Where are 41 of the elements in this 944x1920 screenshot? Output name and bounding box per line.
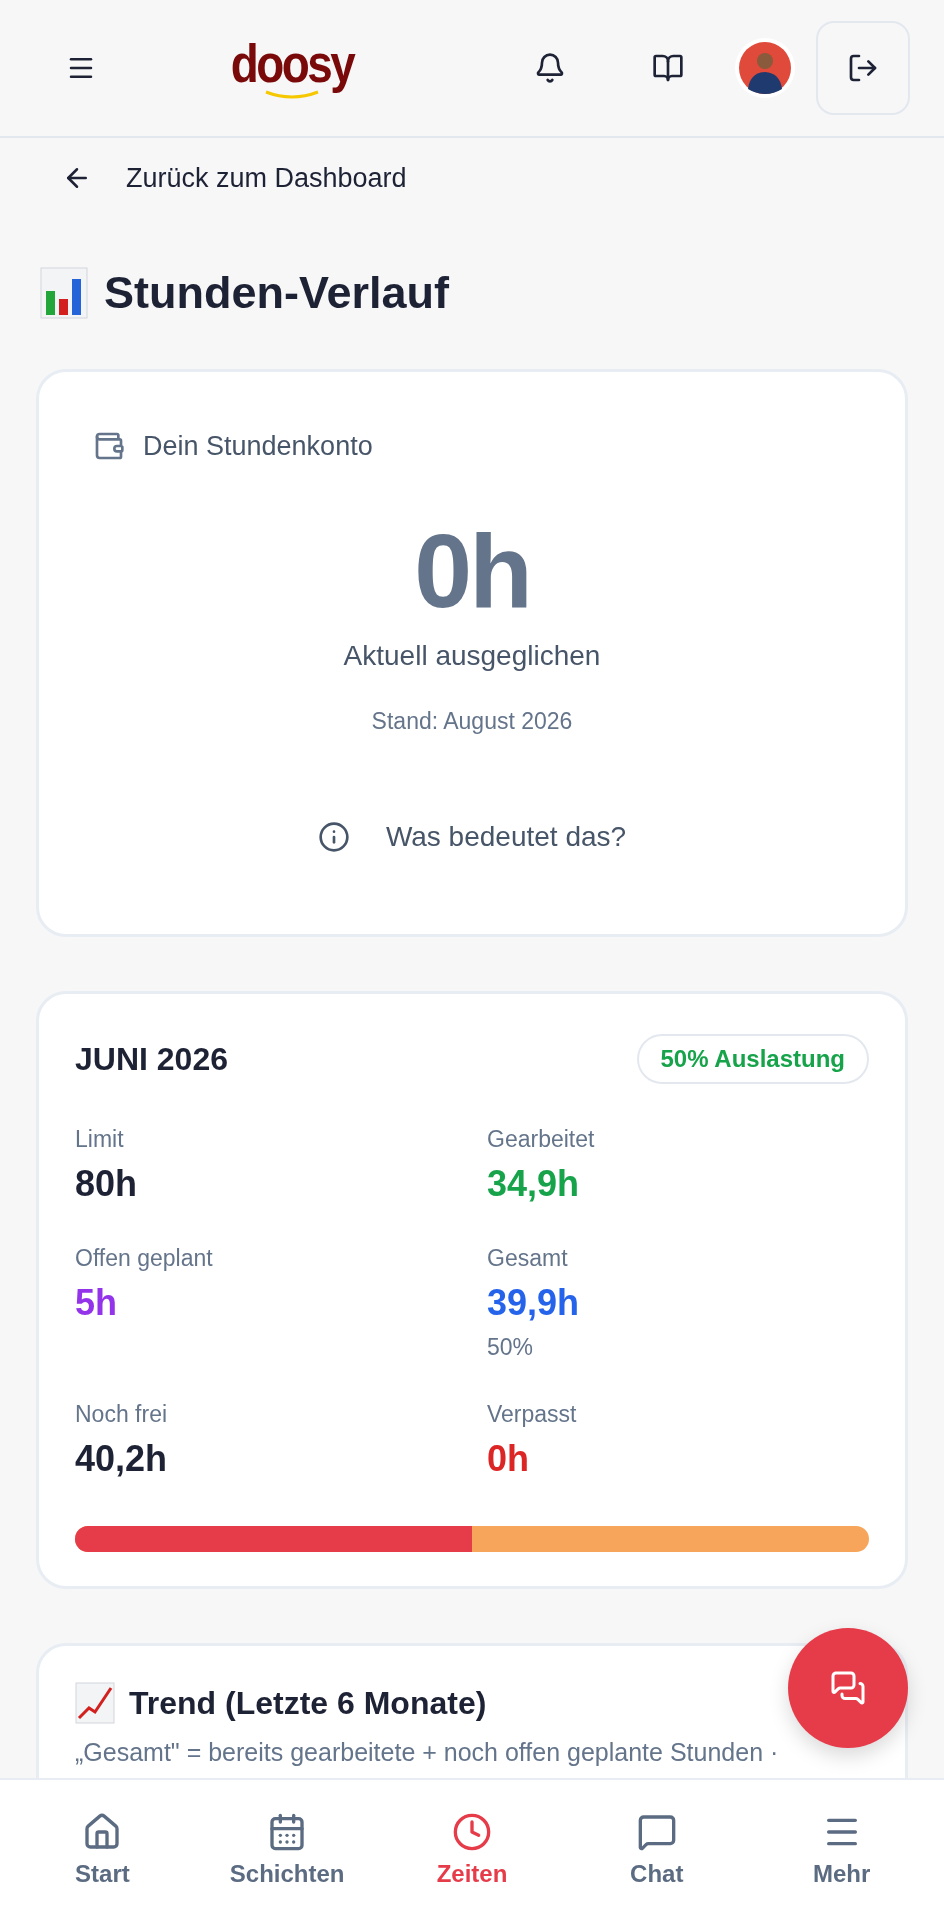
stat-value: 40,2h (75, 1438, 169, 1480)
trend-title: Trend (Letzte 6 Monate) (129, 1684, 487, 1722)
stat-value: 34,9h (487, 1163, 581, 1205)
help-button[interactable]: Was bedeutet das? (317, 821, 627, 854)
page-title: Stunden-Verlauf (104, 267, 450, 319)
book-icon (652, 52, 684, 84)
stat-label: Limit (75, 1126, 125, 1153)
stat-value: 5h (75, 1282, 118, 1324)
card-heading: Dein Stundenkonto (143, 430, 373, 462)
avatar[interactable] (734, 37, 796, 99)
utilization-badge: 50% Auslastung (636, 1034, 869, 1084)
clock-icon (452, 1812, 492, 1852)
info-icon (317, 821, 350, 854)
stat-label: Gearbeitet (487, 1126, 596, 1153)
nav-tab[interactable]: Chat (571, 1812, 742, 1888)
month-title: JUNI 2026 (75, 1040, 228, 1078)
stat-value: 80h (75, 1163, 139, 1205)
nav-tab[interactable]: Mehr (756, 1812, 927, 1888)
wallet-icon (93, 430, 125, 462)
balance-status: Aktuell ausgeglichen (343, 640, 601, 673)
stat-label: Verpasst (487, 1401, 578, 1428)
stat-label: Gesamt (487, 1245, 569, 1272)
balance-value: 0h (414, 514, 530, 629)
chat-bubbles-icon (830, 1670, 866, 1706)
chat-bubble-icon (636, 1812, 677, 1852)
back-link[interactable]: Zurück zum Dashboard (62, 158, 407, 198)
trend-note: „Gesamt" = bereits gearbeitete + noch offen geplante Stunden · (75, 1738, 780, 1767)
logout-icon (847, 52, 879, 84)
stat-note: 50% (487, 1334, 535, 1361)
nav-tab[interactable]: Start (17, 1812, 188, 1888)
stat-value: 39,9h (487, 1282, 581, 1324)
stat-label: Noch frei (75, 1401, 169, 1428)
bell-icon (534, 52, 566, 84)
nav-tab[interactable]: Schichten (202, 1812, 373, 1888)
stat-value: 0h (487, 1438, 530, 1480)
bar-chart-icon (40, 267, 88, 319)
line-chart-icon (75, 1682, 115, 1724)
stat-label: Offen geplant (75, 1245, 214, 1272)
logo[interactable]: doosy (220, 36, 364, 100)
nav-tab[interactable]: Zeiten (387, 1812, 557, 1888)
as-of-date: Stand: August 2026 (371, 708, 573, 736)
